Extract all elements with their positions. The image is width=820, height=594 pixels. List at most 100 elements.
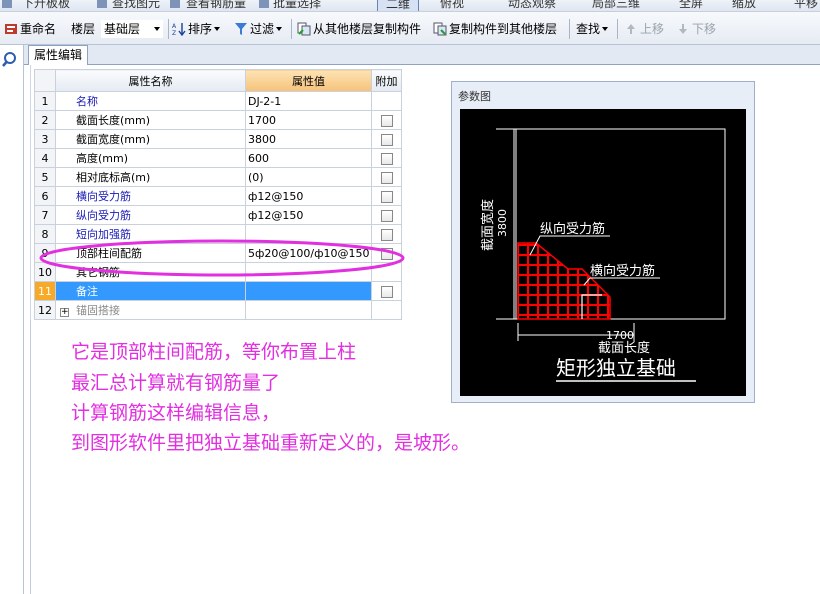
table-row[interactable]: 4 高度(mm) 600: [34, 148, 402, 168]
property-name-cell: 截面长度(mm): [55, 110, 246, 130]
arrow-down-icon: [679, 24, 687, 34]
top-item-7[interactable]: 局部三维: [592, 0, 640, 11]
row-number[interactable]: 4: [34, 148, 56, 168]
top-item-6[interactable]: 动态观察: [508, 0, 556, 11]
table-row[interactable]: 5 相对底标高(m) (0): [34, 167, 402, 187]
table-row[interactable]: 11 备注: [34, 281, 402, 301]
row-number[interactable]: 2: [34, 110, 56, 130]
extra-checkbox[interactable]: [380, 133, 393, 146]
extra-checkbox[interactable]: [380, 285, 393, 298]
diagram-caption: 矩形独立基础: [556, 356, 676, 380]
row-number[interactable]: 1: [34, 91, 56, 111]
chevron-down-icon: [154, 27, 160, 31]
property-grid: 属性名称 属性值 附加 1 名称 DJ-2-1 2 截面长度(mm) 1700 3 截面宽度(…: [34, 69, 402, 320]
toolbar-icon: [259, 0, 269, 8]
property-value-cell[interactable]: [245, 281, 372, 301]
extra-cell: [371, 148, 402, 168]
row-number[interactable]: 6: [34, 186, 56, 206]
chevron-down-icon: [602, 27, 609, 31]
top-item-10[interactable]: 平移: [794, 0, 818, 11]
width-value: 3800: [496, 209, 509, 237]
grid-header-row: 属性名称 属性值 附加: [34, 69, 402, 92]
annotation-note-2: 最汇总计算就有钢筋量了: [71, 372, 281, 394]
left-panel: [0, 45, 24, 594]
copy-from-floor-button[interactable]: 从其他楼层复制构件: [297, 20, 421, 38]
top-item-9[interactable]: 缩放: [732, 0, 756, 11]
chevron-down-icon: [214, 27, 221, 31]
extra-checkbox[interactable]: [380, 171, 393, 184]
move-down-label: 下移: [692, 22, 717, 36]
svg-text:Z: Z: [172, 30, 176, 36]
extra-cell: [371, 129, 402, 149]
header-property-value[interactable]: 属性值: [245, 69, 372, 92]
top-item-4[interactable]: 二维: [377, 0, 420, 11]
search-icon[interactable]: [2, 51, 20, 69]
copy-to-floor-button[interactable]: 复制构件到其他楼层: [433, 20, 557, 38]
property-value-cell[interactable]: (0): [245, 167, 372, 187]
toolbar-icon: [170, 0, 180, 8]
top-item-0[interactable]: 下升板板: [22, 0, 70, 11]
property-value-cell[interactable]: 3800: [245, 129, 372, 149]
property-name: 截面长度(mm): [76, 114, 151, 127]
foundation-diagram: 截面宽度 3800 纵向受力筋 横向受力筋 1700 截面长度 矩形独立基础: [480, 128, 726, 382]
property-value-cell[interactable]: 600: [245, 148, 372, 168]
property-value-cell[interactable]: [245, 300, 372, 320]
property-value-cell[interactable]: ф12@150: [245, 186, 372, 206]
move-down-button[interactable]: 下移: [676, 20, 716, 38]
header-extra[interactable]: 附加: [371, 69, 402, 92]
expand-icon[interactable]: +: [60, 308, 69, 317]
property-value-cell[interactable]: 1700: [245, 110, 372, 130]
property-value-cell[interactable]: DJ-2-1: [245, 91, 372, 111]
top-item-2[interactable]: 查看钢筋量: [186, 0, 246, 11]
sort-button[interactable]: A Z 排序: [172, 20, 221, 38]
diagram-canvas: 截面宽度 3800 纵向受力筋 横向受力筋 1700 截面长度 矩形独立基础: [460, 109, 746, 396]
table-row[interactable]: 1 名称 DJ-2-1: [34, 91, 402, 111]
table-row[interactable]: 3 截面宽度(mm) 3800: [34, 129, 402, 149]
table-row[interactable]: 2 截面长度(mm) 1700: [34, 110, 402, 130]
filter-button[interactable]: 过滤: [234, 20, 283, 38]
property-name-cell: 备注: [55, 281, 246, 301]
arrow-up-icon: [627, 24, 635, 34]
floor-select[interactable]: 基础层: [101, 20, 163, 38]
top-item-1[interactable]: 查找图元: [112, 0, 160, 11]
annotation-note-4: 到图形软件里把独立基础重新定义的，是坡形。: [71, 432, 471, 454]
copy-from-floor-icon: [297, 22, 311, 36]
property-name-cell: 横向受力筋: [55, 186, 246, 206]
rename-button[interactable]: 重命名: [4, 20, 56, 38]
find-label: 查找: [576, 22, 601, 36]
find-button[interactable]: 查找: [576, 20, 609, 38]
property-value-cell[interactable]: ф12@150: [245, 205, 372, 225]
move-up-button[interactable]: 上移: [624, 20, 664, 38]
property-name-cell: + 锚固搭接: [55, 300, 246, 320]
row-number[interactable]: 5: [34, 167, 56, 187]
width-label: 截面宽度: [480, 199, 496, 251]
extra-cell: [371, 167, 402, 187]
top-item-5[interactable]: 俯视: [440, 0, 464, 11]
extra-cell: [371, 300, 402, 320]
row-number[interactable]: 12: [34, 300, 56, 320]
header-property-name[interactable]: 属性名称: [55, 69, 246, 92]
property-name: 名称: [76, 95, 98, 108]
extra-checkbox[interactable]: [380, 152, 393, 165]
toolbar: 重命名 楼层 基础层 A Z 排序 过滤 从其他楼层复制构件 复制构件到其他楼层…: [0, 12, 820, 45]
property-name-cell: 高度(mm): [55, 148, 246, 168]
tab-property-edit[interactable]: 属性编辑: [28, 45, 88, 65]
filter-icon: [235, 23, 247, 35]
parameter-diagram-panel: 参数图 截面宽度 3800 纵向受力筋 横向受力筋 1700 截面长度 矩形独立…: [451, 81, 755, 403]
top-item-3[interactable]: 批量选择: [273, 0, 321, 11]
extra-checkbox[interactable]: [380, 114, 393, 127]
property-name-cell: 相对底标高(m): [55, 167, 246, 187]
tab-bar: 属性编辑: [24, 45, 820, 65]
extra-checkbox[interactable]: [380, 209, 393, 222]
row-number[interactable]: 3: [34, 129, 56, 149]
row-number[interactable]: 7: [34, 205, 56, 225]
top-item-8[interactable]: 全屏: [679, 0, 703, 11]
extra-checkbox[interactable]: [380, 190, 393, 203]
property-name: 横向受力筋: [76, 190, 131, 203]
row-number[interactable]: 11: [34, 281, 56, 301]
diagram-title: 参数图: [458, 90, 491, 103]
table-row[interactable]: 6 横向受力筋 ф12@150: [34, 186, 402, 206]
table-row[interactable]: 7 纵向受力筋 ф12@150: [34, 205, 402, 225]
table-row[interactable]: 12 + 锚固搭接: [34, 300, 402, 320]
annotation-ellipse: [39, 239, 405, 277]
